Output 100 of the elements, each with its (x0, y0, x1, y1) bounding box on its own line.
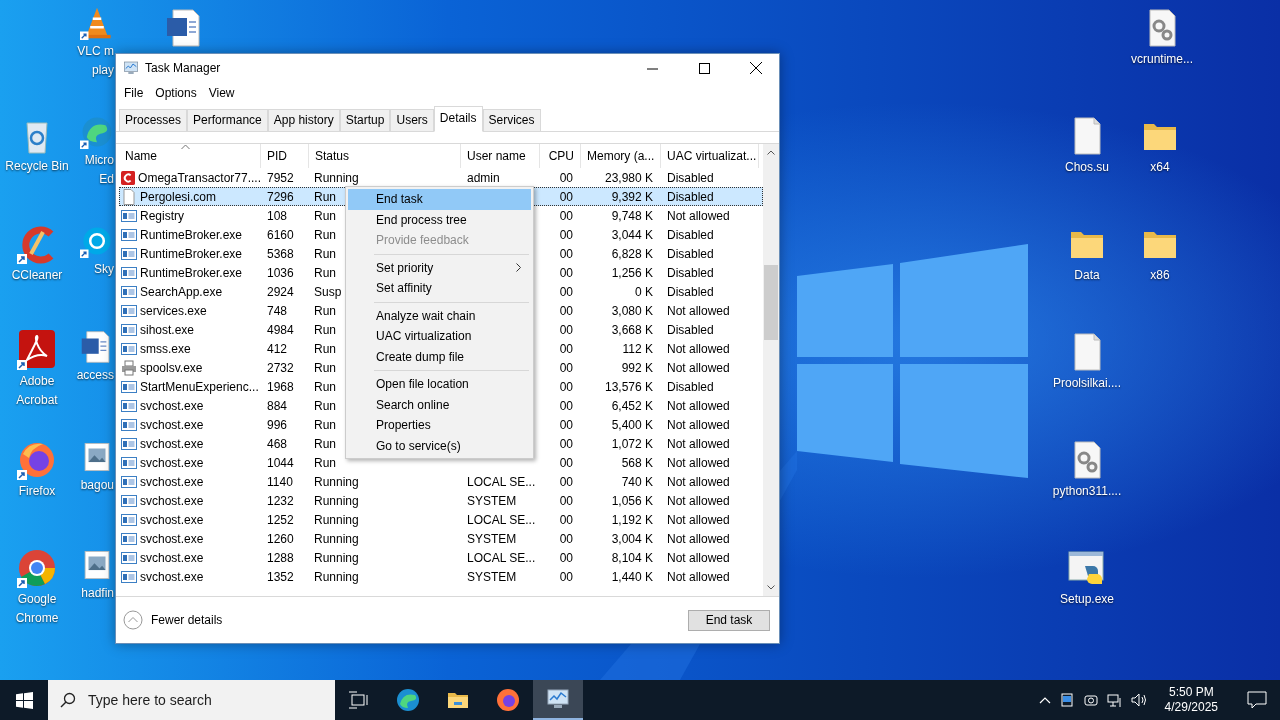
tab[interactable]: App history (267, 109, 340, 131)
menu-item[interactable]: End process tree (348, 209, 531, 230)
column-header[interactable]: Memory (a... (581, 144, 661, 168)
menu-item[interactable]: Go to service(s) (348, 435, 531, 456)
table-cell: Run (314, 303, 336, 318)
menu-item[interactable]: Create dump file (348, 346, 531, 367)
scrollbar-thumb[interactable] (764, 265, 778, 340)
drive-icon[interactable] (1058, 692, 1075, 708)
chrome-icon[interactable] (17, 548, 57, 588)
icon-label: vcruntime... (1131, 52, 1193, 67)
table-cell: Not allowed (667, 550, 730, 565)
edge-icon[interactable] (396, 688, 420, 712)
table-cell: 740 K (621, 474, 653, 489)
table-cell: Run (314, 436, 336, 451)
start-button[interactable] (15, 691, 33, 709)
table-cell: SearchApp.exe (140, 284, 223, 299)
clock[interactable]: 5:50 PM 4/29/2025 (1156, 685, 1226, 715)
app-window-icon (121, 416, 137, 433)
table-cell: 00 (559, 227, 573, 242)
column-header[interactable]: PID (261, 144, 309, 168)
scrollbar[interactable] (763, 144, 779, 596)
table-cell: Running (314, 474, 359, 489)
task-view-button[interactable] (349, 691, 369, 709)
app-window-icon (121, 207, 137, 224)
tab[interactable]: Services (482, 109, 541, 131)
firefox-icon[interactable] (17, 440, 57, 480)
pdf-icon[interactable] (17, 330, 57, 370)
speaker-icon[interactable] (1130, 692, 1149, 708)
menu-item[interactable]: UAC virtualization (348, 326, 531, 347)
menu-item[interactable]: Properties (348, 415, 531, 436)
table-cell: LOCAL SE... (467, 512, 536, 527)
chevron-up-icon[interactable] (1038, 696, 1051, 704)
menu-item[interactable]: End task (348, 189, 531, 210)
icon-label: python311.... (1052, 484, 1122, 499)
column-header[interactable]: User name (461, 144, 540, 168)
taskbar-app[interactable] (533, 680, 583, 720)
tab[interactable]: Performance (187, 109, 268, 131)
table-cell: 00 (559, 265, 573, 280)
table-cell: 00 (559, 379, 573, 394)
table-cell: 3,044 K (611, 227, 653, 242)
end-task-button[interactable]: End task (688, 609, 770, 631)
table-cell: 00 (559, 531, 573, 546)
menu-item[interactable]: Search online (348, 394, 531, 415)
table-cell: Run (314, 227, 336, 242)
icon-label: Setup.exe (1059, 592, 1114, 607)
task-manager-icon[interactable] (546, 687, 570, 711)
maximize-button[interactable] (698, 62, 710, 74)
menu-item[interactable]: Analyze wait chain (348, 305, 531, 326)
table-cell: Not allowed (667, 474, 730, 489)
column-header[interactable]: Status (309, 144, 461, 168)
table-cell: Run (314, 322, 336, 337)
menu-item[interactable]: Set affinity (348, 278, 531, 299)
app-window-icon (121, 264, 137, 281)
column-header[interactable]: CPU (540, 144, 581, 168)
menu-item[interactable]: Open file location (348, 374, 531, 395)
app-window-icon (121, 302, 137, 319)
edge-icon[interactable] (80, 115, 114, 149)
table-cell: Not allowed (667, 303, 730, 318)
table-cell: 00 (559, 303, 573, 318)
menu-item[interactable]: View (202, 86, 241, 100)
camera-icon[interactable] (1082, 692, 1099, 708)
close-button[interactable] (750, 62, 762, 74)
table-cell: smss.exe (140, 341, 191, 356)
table-cell: Not allowed (667, 455, 730, 470)
table-cell: 884 (267, 398, 288, 413)
table-cell: 00 (559, 341, 573, 356)
table-cell: 00 (559, 360, 573, 375)
table-cell: 6160 (267, 227, 294, 242)
menu-item[interactable]: Options (149, 86, 203, 100)
table-cell: Not allowed (667, 531, 730, 546)
table-cell: Run (314, 265, 336, 280)
table-cell: 992 K (621, 360, 653, 375)
table-cell: 13,576 K (604, 379, 653, 394)
tab[interactable]: Details (433, 106, 483, 132)
table-cell: 2924 (267, 284, 294, 299)
column-header[interactable]: UAC virtualizat... (661, 144, 759, 168)
icon-label: Firefox (18, 484, 56, 499)
skype-icon[interactable] (80, 224, 114, 258)
notifications-icon[interactable] (1247, 691, 1267, 709)
network-icon[interactable] (1106, 692, 1123, 708)
tab[interactable]: Users (390, 109, 434, 131)
tab[interactable]: Startup (339, 109, 391, 131)
table-cell: Susp (314, 284, 342, 299)
firefox-icon[interactable] (496, 688, 520, 712)
column-header[interactable]: Name (119, 144, 261, 168)
icon-label: Recycle Bin (5, 159, 69, 174)
icon-label: x64 (1150, 160, 1170, 175)
table-cell: 1140 (267, 474, 293, 489)
fewer-details-toggle[interactable]: Fewer details (123, 610, 223, 630)
search-field[interactable]: Type here to search (48, 680, 335, 720)
menu-item[interactable]: File (118, 86, 150, 100)
tab[interactable]: Processes (119, 109, 188, 131)
table-cell: 00 (559, 512, 573, 527)
table-cell: 7296 (267, 189, 294, 204)
table-cell: SYSTEM (467, 493, 517, 508)
table-cell: Not allowed (667, 436, 730, 451)
table-cell: Not allowed (667, 360, 730, 375)
menu-item[interactable]: Set priority (348, 257, 531, 278)
traffic-cone-icon[interactable] (80, 6, 114, 40)
table-cell: svchost.exe (140, 436, 204, 451)
